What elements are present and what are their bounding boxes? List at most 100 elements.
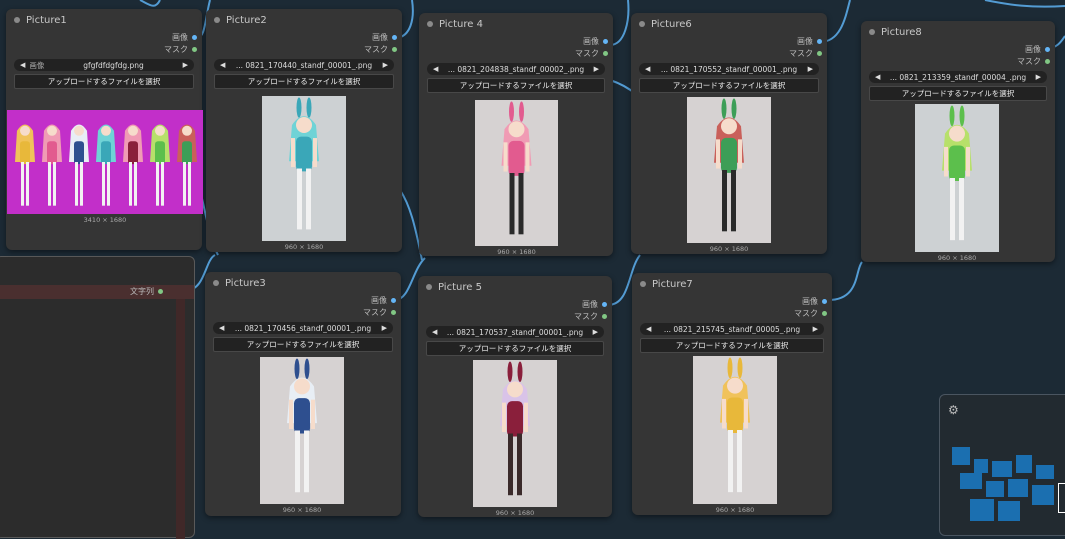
upload-button[interactable]: アップロードするファイルを選択	[639, 78, 819, 93]
string-output[interactable]: 文字列	[130, 286, 163, 297]
image-output-port[interactable]	[192, 34, 197, 40]
image-output[interactable]: 画像	[418, 298, 612, 310]
sliders-icon[interactable]: ⚙	[948, 403, 959, 417]
node-title-bar[interactable]: Picture6	[631, 13, 827, 35]
image-file-selector[interactable]: ◀ ... 0821_170456_standf_00001_.png ▶	[213, 322, 393, 334]
image-file-selector[interactable]: ◀ ... 0821_170552_standf_00001_.png ▶	[639, 63, 819, 75]
chevron-right-icon[interactable]: ▶	[383, 61, 388, 69]
chevron-right-icon[interactable]: ▶	[382, 324, 387, 332]
node-title-bar[interactable]: Picture1	[6, 9, 202, 31]
image-dimensions: 960 × 1680	[709, 245, 749, 253]
mask-output-port[interactable]	[392, 46, 397, 52]
collapse-dot-icon[interactable]	[214, 17, 220, 23]
image-file-selector[interactable]: ◀ ... 0821_213359_standf_00004_.png ▶	[869, 71, 1047, 83]
collapse-dot-icon[interactable]	[869, 29, 875, 35]
image-output-port[interactable]	[603, 38, 608, 44]
node-title-bar[interactable]: Picture 5	[418, 276, 612, 298]
image-dimensions: 960 × 1680	[715, 506, 755, 514]
image-output[interactable]: 画像	[632, 295, 832, 307]
chevron-right-icon[interactable]: ▶	[593, 328, 598, 336]
mask-output[interactable]: マスク	[631, 47, 827, 59]
chevron-right-icon[interactable]: ▶	[594, 65, 599, 73]
mask-output-label: マスク	[1017, 56, 1041, 66]
mask-output-label: マスク	[364, 44, 388, 54]
minimap-panel[interactable]: ⚙	[939, 394, 1065, 536]
image-output[interactable]: 画像	[206, 31, 402, 43]
chevron-right-icon[interactable]: ▶	[1036, 73, 1041, 81]
image-file-selector[interactable]: ◀ ... 0821_170440_standf_00001_.png ▶	[214, 59, 394, 71]
mask-output[interactable]: マスク	[418, 310, 612, 322]
chevron-right-icon[interactable]: ▶	[183, 61, 188, 69]
image-output-port[interactable]	[602, 301, 607, 307]
collapse-dot-icon[interactable]	[14, 17, 20, 23]
upload-button[interactable]: アップロードするファイルを選択	[640, 338, 824, 353]
upload-button[interactable]: アップロードするファイルを選択	[426, 341, 604, 356]
image-file-selector[interactable]: ◀ ... 0821_215745_standf_00005_.png ▶	[640, 323, 824, 335]
image-dimensions: 960 × 1680	[497, 248, 536, 256]
collapse-dot-icon[interactable]	[213, 280, 219, 286]
image-output-port[interactable]	[822, 298, 827, 304]
chevron-right-icon[interactable]: ▶	[813, 325, 818, 333]
node-title-bar[interactable]: Picture2	[206, 9, 402, 31]
node-title: Picture7	[652, 278, 693, 290]
upload-button[interactable]: アップロードするファイルを選択	[869, 86, 1047, 101]
image-filename: ... 0821_170552_standf_00001_.png	[660, 64, 798, 74]
string-node-panel[interactable]	[0, 256, 195, 539]
panel-scroll-strip[interactable]	[176, 299, 185, 539]
minimap-viewport[interactable]	[1058, 483, 1065, 513]
node-title-bar[interactable]: Picture3	[205, 272, 401, 294]
mask-output-label: マスク	[575, 48, 599, 58]
image-output-label: 画像	[1025, 44, 1041, 54]
node-title-bar[interactable]: Picture 4	[419, 13, 613, 35]
node-title: Picture1	[26, 14, 67, 26]
node-title-bar[interactable]: Picture7	[632, 273, 832, 295]
mask-output[interactable]: マスク	[419, 47, 613, 59]
character-figure	[714, 98, 744, 232]
image-output[interactable]: 画像	[6, 31, 202, 43]
mask-output-port[interactable]	[822, 310, 827, 316]
image-output-port[interactable]	[817, 38, 822, 44]
image-file-selector[interactable]: ◀ 画像 gfgfdfdgfdg.png ▶	[14, 59, 194, 71]
image-output[interactable]: 画像	[205, 294, 401, 306]
chevron-right-icon[interactable]: ▶	[808, 65, 813, 73]
image-output-port[interactable]	[1045, 46, 1050, 52]
mask-output[interactable]: マスク	[6, 43, 202, 55]
mask-output[interactable]: マスク	[632, 307, 832, 319]
collapse-dot-icon[interactable]	[640, 281, 646, 287]
node-canvas[interactable]: 文字列 ⚙ Picture1 画像 マスク ◀ 画像 gfgfdfdgfdg.p…	[0, 0, 1065, 539]
image-output-label: 画像	[172, 32, 188, 42]
node-title-bar[interactable]: Picture8	[861, 21, 1055, 43]
image-preview	[260, 357, 344, 504]
image-output-label: 画像	[583, 36, 599, 46]
mask-output[interactable]: マスク	[861, 55, 1055, 67]
collapse-dot-icon[interactable]	[427, 21, 433, 27]
character-figure	[501, 101, 532, 235]
string-output-port[interactable]	[158, 289, 163, 294]
upload-button[interactable]: アップロードするファイルを選択	[214, 74, 394, 89]
mask-output-port[interactable]	[817, 50, 822, 56]
mask-output-port[interactable]	[602, 313, 607, 319]
mask-output-label: マスク	[794, 308, 818, 318]
mask-output-port[interactable]	[1045, 58, 1050, 64]
image-output-port[interactable]	[391, 297, 396, 303]
mask-output[interactable]: マスク	[205, 306, 401, 318]
collapse-dot-icon[interactable]	[426, 284, 432, 290]
image-output[interactable]: 画像	[631, 35, 827, 47]
collapse-dot-icon[interactable]	[639, 21, 645, 27]
image-output-port[interactable]	[392, 34, 397, 40]
mask-output-label: マスク	[789, 48, 813, 58]
image-dimensions: 960 × 1680	[282, 506, 322, 514]
image-output[interactable]: 画像	[861, 43, 1055, 55]
upload-button[interactable]: アップロードするファイルを選択	[427, 78, 605, 93]
upload-button[interactable]: アップロードするファイルを選択	[14, 74, 194, 89]
mask-output-port[interactable]	[603, 50, 608, 56]
mask-output[interactable]: マスク	[206, 43, 402, 55]
image-file-selector[interactable]: ◀ ... 0821_170537_standf_00001_.png ▶	[426, 326, 604, 338]
image-filename: ... 0821_170440_standf_00001_.png	[235, 60, 373, 70]
mask-output-port[interactable]	[192, 46, 197, 52]
image-output[interactable]: 画像	[419, 35, 613, 47]
mask-output-port[interactable]	[391, 309, 396, 315]
upload-button[interactable]: アップロードするファイルを選択	[213, 337, 393, 352]
chevron-left-icon[interactable]: ◀	[20, 61, 25, 69]
image-file-selector[interactable]: ◀ ... 0821_204838_standf_00002_.png ▶	[427, 63, 605, 75]
